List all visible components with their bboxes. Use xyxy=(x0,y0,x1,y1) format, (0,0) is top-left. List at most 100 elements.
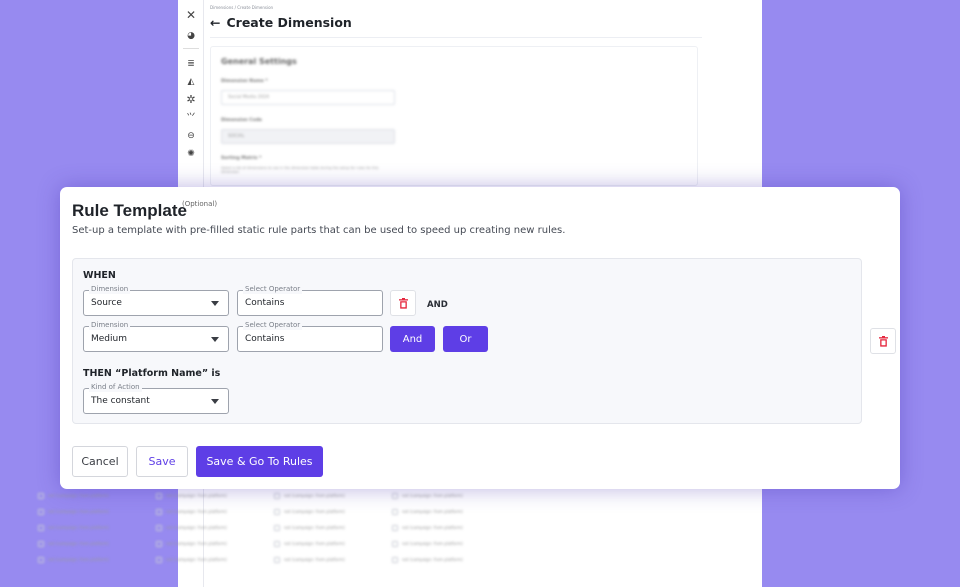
checkbox-icon xyxy=(38,556,44,563)
checkbox-label: not (campaign: from platform) xyxy=(402,541,463,546)
checkbox-label: not (campaign: from platform) xyxy=(48,557,109,562)
save-go-to-rules-button[interactable]: Save & Go To Rules xyxy=(196,446,323,477)
delete-condition-button[interactable] xyxy=(390,290,416,316)
campaign-checkbox[interactable]: not (campaign: from platform) xyxy=(392,491,510,500)
campaign-checkbox[interactable]: not (campaign: from platform) xyxy=(392,523,510,532)
checkbox-icon xyxy=(38,524,44,531)
campaign-checkbox[interactable]: not (campaign: from platform) xyxy=(392,539,510,548)
checkbox-label: not (campaign: from platform) xyxy=(402,509,463,514)
section-title: General Settings xyxy=(221,57,297,66)
trash-icon xyxy=(878,335,888,347)
rule-template-modal: Rule Template (Optional) Set-up a templa… xyxy=(60,187,900,489)
dimension-name-input[interactable]: Social Media 2024 xyxy=(221,90,395,105)
checkbox-icon xyxy=(38,540,44,547)
checkbox-icon xyxy=(156,556,162,563)
dimension-code-input[interactable]: SOCIAL xyxy=(221,129,395,144)
and-button[interactable]: And xyxy=(390,326,435,352)
checkbox-icon xyxy=(274,540,280,547)
operator-value: Contains xyxy=(245,298,285,308)
checkbox-label: not (campaign: from platform) xyxy=(284,525,345,530)
campaign-checkbox[interactable]: not (campaign: from platform) xyxy=(156,491,274,500)
or-button[interactable]: Or xyxy=(443,326,488,352)
action-select[interactable]: Kind of Action The constant xyxy=(83,383,229,414)
checkbox-icon xyxy=(392,492,398,499)
action-value: The constant xyxy=(91,396,150,406)
close-icon[interactable]: ✕ xyxy=(184,8,198,22)
checkbox-label: not (campaign: from platform) xyxy=(166,509,227,514)
campaign-checkbox[interactable]: not (campaign: from platform) xyxy=(38,491,156,500)
delete-rule-button[interactable] xyxy=(870,328,896,354)
checkbox-label: not (campaign: from platform) xyxy=(166,493,227,498)
chart-icon[interactable]: ◭ xyxy=(184,75,198,89)
checkbox-label: not (campaign: from platform) xyxy=(48,525,109,530)
rule-builder: WHEN Dimension Source Select Operator Co… xyxy=(72,258,862,424)
trend-icon[interactable]: ⺍ xyxy=(184,111,198,125)
campaign-checkbox[interactable]: not (campaign: from platform) xyxy=(38,507,156,516)
rail-divider xyxy=(183,48,199,49)
sorting-matrix-label: Sorting Matrix * xyxy=(221,156,262,161)
campaign-checkbox[interactable]: not (campaign: from platform) xyxy=(38,539,156,548)
checkbox-label: not (campaign: from platform) xyxy=(402,493,463,498)
campaign-checkbox[interactable]: not (campaign: from platform) xyxy=(38,555,156,564)
link-icon[interactable]: ⊖ xyxy=(184,129,198,143)
sorting-matrix-help: Select a list of dimensions to use in th… xyxy=(221,166,379,174)
checkbox-label: not (campaign: from platform) xyxy=(284,541,345,546)
operator-input-1[interactable]: Select Operator Contains xyxy=(237,285,383,316)
dimension-legend: Dimension xyxy=(89,285,131,294)
checkbox-icon xyxy=(38,492,44,499)
checkbox-label: not (campaign: from platform) xyxy=(48,509,109,514)
star-icon[interactable]: ✲ xyxy=(184,93,198,107)
checkbox-label: not (campaign: from platform) xyxy=(284,493,345,498)
campaign-checkbox[interactable]: not (campaign: from platform) xyxy=(156,523,274,532)
breadcrumb: Dimensions / Create Dimension xyxy=(210,5,274,10)
campaign-checkbox[interactable]: not (campaign: from platform) xyxy=(156,539,274,548)
modal-title: Rule Template xyxy=(72,201,187,220)
campaign-checkbox[interactable]: not (campaign: from platform) xyxy=(392,507,510,516)
campaign-checkbox[interactable]: not (campaign: from platform) xyxy=(274,523,392,532)
chevron-down-icon xyxy=(211,337,219,342)
operator-value: Contains xyxy=(245,334,285,344)
checkbox-label: not (campaign: from platform) xyxy=(284,509,345,514)
save-button[interactable]: Save xyxy=(136,446,188,477)
checkbox-label: not (campaign: from platform) xyxy=(166,541,227,546)
cancel-button[interactable]: Cancel xyxy=(72,446,128,477)
list-icon[interactable]: ≣ xyxy=(184,57,198,71)
dimension-value: Source xyxy=(91,298,122,308)
campaign-checkbox[interactable]: not (campaign: from platform) xyxy=(392,555,510,564)
checkbox-icon xyxy=(156,540,162,547)
checkbox-grid: not (campaign: from platform) not (campai… xyxy=(38,491,508,564)
back-arrow-icon[interactable]: ← xyxy=(210,15,220,30)
campaign-checkbox[interactable]: not (campaign: from platform) xyxy=(274,507,392,516)
campaign-checkbox[interactable]: not (campaign: from platform) xyxy=(38,523,156,532)
and-connector: AND xyxy=(427,300,448,310)
operator-legend: Select Operator xyxy=(243,285,303,294)
campaign-checkbox[interactable]: not (campaign: from platform) xyxy=(274,491,392,500)
operator-input-2[interactable]: Select Operator Contains xyxy=(237,321,383,352)
campaign-checkbox[interactable]: not (campaign: from platform) xyxy=(274,539,392,548)
campaign-checkbox[interactable]: not (campaign: from platform) xyxy=(274,555,392,564)
checkbox-icon xyxy=(156,492,162,499)
then-label: THEN “Platform Name” is xyxy=(83,368,221,379)
when-label: WHEN xyxy=(83,270,116,281)
optional-tag: (Optional) xyxy=(182,200,218,208)
settings-icon[interactable]: ✺ xyxy=(184,147,198,161)
checkbox-label: not (campaign: from platform) xyxy=(48,541,109,546)
campaign-checkbox[interactable]: not (campaign: from platform) xyxy=(156,507,274,516)
checkbox-label: not (campaign: from platform) xyxy=(48,493,109,498)
dimension-value: Medium xyxy=(91,334,127,344)
checkbox-label: not (campaign: from platform) xyxy=(166,557,227,562)
checkbox-icon xyxy=(38,508,44,515)
checkbox-icon xyxy=(392,524,398,531)
trash-icon xyxy=(398,297,408,309)
dimension-select-1[interactable]: Dimension Source xyxy=(83,285,229,316)
campaign-checkbox[interactable]: not (campaign: from platform) xyxy=(156,555,274,564)
page-title: ← Create Dimension xyxy=(210,15,352,30)
dimension-legend: Dimension xyxy=(89,321,131,330)
chevron-down-icon xyxy=(211,399,219,404)
checkbox-label: not (campaign: from platform) xyxy=(402,557,463,562)
checkbox-label: not (campaign: from platform) xyxy=(166,525,227,530)
dimension-select-2[interactable]: Dimension Medium xyxy=(83,321,229,352)
general-settings-card: General Settings Dimension Name * Social… xyxy=(210,46,698,186)
checkbox-icon xyxy=(392,556,398,563)
checkbox-label: not (campaign: from platform) xyxy=(402,525,463,530)
